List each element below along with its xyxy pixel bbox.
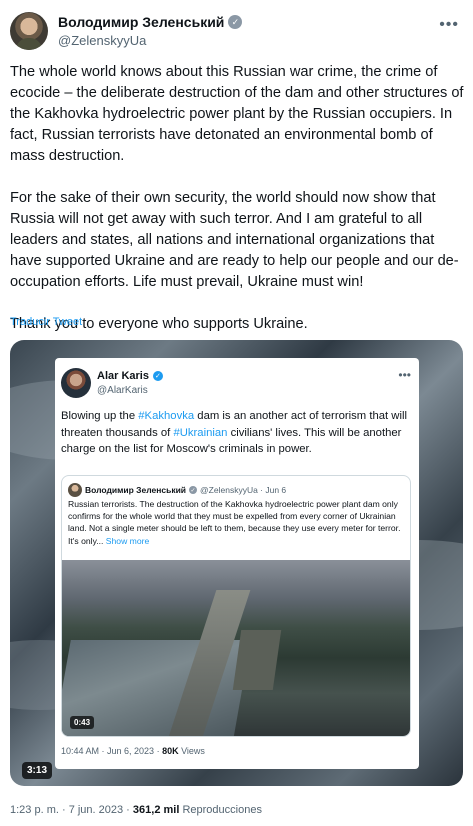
- embedded-tweet-card: Alar Karis ✓ @AlarKaris ••• Blowing up t…: [55, 358, 419, 769]
- verified-badge-icon: ✓: [152, 371, 163, 381]
- quoted-author-name: Володимир Зеленський: [85, 485, 187, 495]
- more-options-icon: •••: [398, 368, 411, 382]
- tweet-header: Володимир Зеленський ✓ @ZelenskyyUa •••: [10, 10, 463, 52]
- embedded-author-name: Alar Karis: [97, 370, 149, 382]
- author-handle[interactable]: @ZelenskyyUa: [58, 33, 146, 48]
- quoted-author-avatar: [68, 483, 82, 497]
- text-segment: Blowing up the: [61, 410, 139, 422]
- author-name-row: Володимир Зеленський ✓: [58, 14, 243, 30]
- hashtag-link: #Kakhovka: [138, 410, 195, 422]
- hashtag-link: #Ukrainian: [173, 426, 228, 439]
- quoted-tweet-header: Володимир Зеленський ✓ @ZelenskyyUa · Ju…: [68, 483, 286, 497]
- tweet-footer-meta: 1:23 p. m. · 7 jun. 2023 · 361,2 mil Rep…: [10, 804, 262, 816]
- quoted-handle-date: @ZelenskyyUa · Jun 6: [200, 485, 287, 495]
- author-name[interactable]: Володимир Зеленський: [58, 14, 224, 30]
- author-avatar[interactable]: [10, 12, 48, 50]
- embedded-author-avatar: [61, 368, 91, 398]
- video-duration-badge: 3:13: [22, 762, 53, 779]
- verified-badge-icon: ✓: [228, 15, 243, 29]
- embedded-tweet-text: Blowing up the #Kakhovka dam is an anoth…: [61, 408, 417, 458]
- embedded-views-label: Views: [178, 746, 205, 756]
- tweet-paragraph: The whole world knows about this Russian…: [10, 64, 464, 164]
- tweet-timestamp[interactable]: 1:23 p. m. · 7 jun. 2023 ·: [10, 804, 133, 816]
- translate-tweet-link[interactable]: Traducir Tweet: [10, 316, 82, 328]
- tweet-views-count: 361,2 mil: [132, 804, 180, 816]
- video-media[interactable]: Alar Karis ✓ @AlarKaris ••• Blowing up t…: [10, 340, 463, 786]
- embedded-name-row: Alar Karis ✓: [97, 370, 163, 382]
- embedded-views-count: 80K: [162, 746, 179, 756]
- quoted-video-thumbnail: 0:43: [62, 560, 410, 736]
- tweet-views-label: Reproducciones: [179, 804, 262, 816]
- embedded-timestamp: 10:44 AM · Jun 6, 2023 ·: [61, 746, 163, 756]
- more-options-icon[interactable]: •••: [439, 16, 459, 34]
- quoted-tweet-text: Russian terrorists. The destruction of t…: [68, 498, 406, 547]
- tweet-paragraph: For the sake of their own security, the …: [10, 190, 459, 290]
- quoted-video-duration: 0:43: [70, 716, 95, 729]
- verified-badge-icon: ✓: [189, 486, 198, 494]
- show-more-link: Show more: [105, 535, 150, 546]
- embedded-tweet-meta: 10:44 AM · Jun 6, 2023 · 80K Views: [61, 746, 205, 756]
- tweet-text: The whole world knows about this Russian…: [10, 62, 465, 356]
- quoted-tweet: Володимир Зеленський ✓ @ZelenskyyUa · Ju…: [61, 475, 411, 737]
- embedded-author-handle: @AlarKaris: [97, 385, 148, 396]
